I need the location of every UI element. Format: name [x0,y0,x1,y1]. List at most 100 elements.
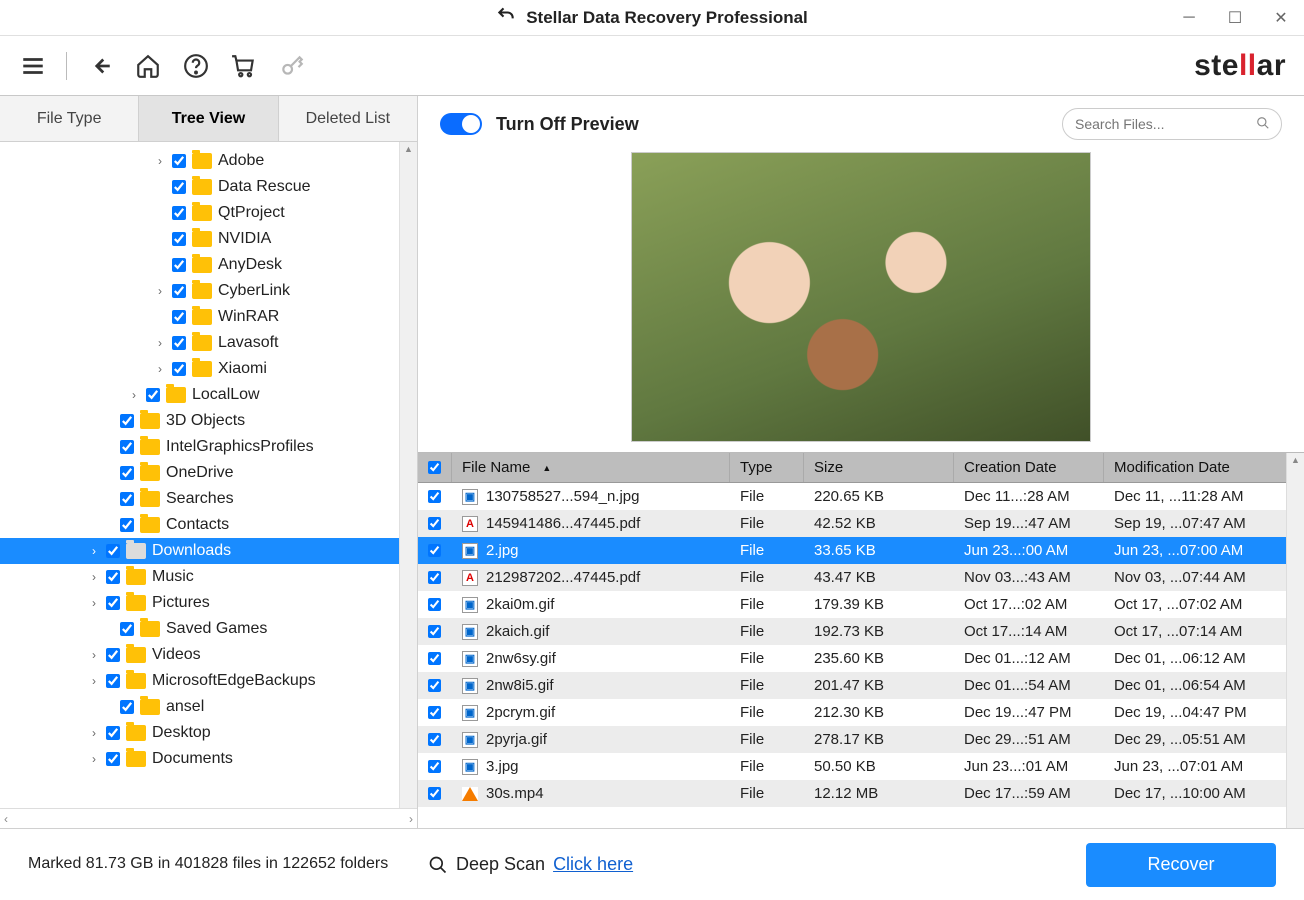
tree-item[interactable]: ›Documents [0,746,417,772]
tree-checkbox[interactable] [120,518,134,532]
table-row[interactable]: ▣2pcrym.gifFile212.30 KBDec 19...:47 PMD… [418,699,1304,726]
tree-item[interactable]: 3D Objects [0,408,417,434]
search-input[interactable] [1075,116,1256,132]
table-scrollbar[interactable] [1286,453,1304,828]
deepscan-link[interactable]: Click here [553,854,633,875]
maximize-button[interactable]: ☐ [1212,0,1258,36]
tree-item[interactable]: ›Downloads [0,538,417,564]
tree-item[interactable]: ›Pictures [0,590,417,616]
tree-checkbox[interactable] [120,466,134,480]
minimize-button[interactable]: ─ [1166,0,1212,36]
tree-checkbox[interactable] [172,154,186,168]
expand-icon[interactable]: › [88,596,100,610]
row-checkbox[interactable] [428,733,441,746]
tree-checkbox[interactable] [106,752,120,766]
row-checkbox[interactable] [428,598,441,611]
tree-item[interactable]: ›MicrosoftEdgeBackups [0,668,417,694]
row-checkbox[interactable] [428,544,441,557]
row-checkbox[interactable] [428,517,441,530]
folder-tree[interactable]: ›AdobeData RescueQtProjectNVIDIAAnyDesk›… [0,142,417,808]
header-creation[interactable]: Creation Date [954,453,1104,482]
tree-checkbox[interactable] [120,414,134,428]
tab-tree-view[interactable]: Tree View [139,96,278,141]
expand-icon[interactable]: › [154,362,166,376]
expand-icon[interactable]: › [88,544,100,558]
tree-checkbox[interactable] [106,544,120,558]
table-row[interactable]: ▣2pyrja.gifFile278.17 KBDec 29...:51 AMD… [418,726,1304,753]
tab-deleted-list[interactable]: Deleted List [279,96,417,141]
expand-icon[interactable]: › [154,154,166,168]
tree-item[interactable]: Data Rescue [0,174,417,200]
tree-checkbox[interactable] [120,700,134,714]
table-row[interactable]: ▣2kaich.gifFile192.73 KBOct 17...:14 AMO… [418,618,1304,645]
tree-checkbox[interactable] [106,674,120,688]
tree-checkbox[interactable] [106,596,120,610]
tree-checkbox[interactable] [106,570,120,584]
tree-item[interactable]: ›Music [0,564,417,590]
tree-item[interactable]: ›Lavasoft [0,330,417,356]
row-checkbox[interactable] [428,679,441,692]
table-row[interactable]: ▣2nw6sy.gifFile235.60 KBDec 01...:12 AMD… [418,645,1304,672]
tree-item[interactable]: ›Adobe [0,148,417,174]
back-icon[interactable] [85,51,115,81]
tree-item[interactable]: NVIDIA [0,226,417,252]
tree-checkbox[interactable] [172,258,186,272]
tree-item[interactable]: ansel [0,694,417,720]
tree-item[interactable]: Searches [0,486,417,512]
expand-icon[interactable]: › [88,570,100,584]
search-box[interactable] [1062,108,1282,140]
table-row[interactable]: ▣2.jpgFile33.65 KBJun 23...:00 AMJun 23,… [418,537,1304,564]
tree-scrollbar[interactable] [399,142,417,808]
key-icon[interactable] [277,51,307,81]
tree-checkbox[interactable] [172,232,186,246]
tree-item[interactable]: AnyDesk [0,252,417,278]
tree-item[interactable]: QtProject [0,200,417,226]
tree-item[interactable]: WinRAR [0,304,417,330]
tree-checkbox[interactable] [106,648,120,662]
table-row[interactable]: ▣130758527...594_n.jpgFile220.65 KBDec 1… [418,483,1304,510]
tree-item[interactable]: Contacts [0,512,417,538]
table-row[interactable]: ▣2nw8i5.gifFile201.47 KBDec 01...:54 AMD… [418,672,1304,699]
tree-checkbox[interactable] [172,310,186,324]
tree-checkbox[interactable] [146,388,160,402]
row-checkbox[interactable] [428,571,441,584]
table-row[interactable]: ▣2kai0m.gifFile179.39 KBOct 17...:02 AMO… [418,591,1304,618]
expand-icon[interactable]: › [88,752,100,766]
table-row[interactable]: 30s.mp4File12.12 MBDec 17...:59 AMDec 17… [418,780,1304,807]
menu-icon[interactable] [18,51,48,81]
row-checkbox[interactable] [428,760,441,773]
expand-icon[interactable]: › [88,648,100,662]
tree-checkbox[interactable] [120,492,134,506]
cart-icon[interactable] [229,51,259,81]
preview-toggle[interactable] [440,113,482,135]
tree-checkbox[interactable] [106,726,120,740]
table-row[interactable]: A145941486...47445.pdfFile42.52 KBSep 19… [418,510,1304,537]
tree-checkbox[interactable] [172,362,186,376]
row-checkbox[interactable] [428,706,441,719]
tree-item[interactable]: ›Desktop [0,720,417,746]
expand-icon[interactable]: › [154,336,166,350]
expand-icon[interactable]: › [88,726,100,740]
header-name[interactable]: File Name▲ [452,453,730,482]
tree-checkbox[interactable] [120,622,134,636]
tree-item[interactable]: ›Xiaomi [0,356,417,382]
table-row[interactable]: A212987202...47445.pdfFile43.47 KBNov 03… [418,564,1304,591]
row-checkbox[interactable] [428,625,441,638]
undo-icon[interactable] [496,5,516,30]
tree-checkbox[interactable] [172,206,186,220]
help-icon[interactable] [181,51,211,81]
tree-checkbox[interactable] [120,440,134,454]
header-type[interactable]: Type [730,453,804,482]
tree-item[interactable]: ›LocalLow [0,382,417,408]
tree-checkbox[interactable] [172,180,186,194]
tree-checkbox[interactable] [172,336,186,350]
row-checkbox[interactable] [428,787,441,800]
tree-checkbox[interactable] [172,284,186,298]
tree-item[interactable]: IntelGraphicsProfiles [0,434,417,460]
tree-item[interactable]: ›CyberLink [0,278,417,304]
expand-icon[interactable]: › [154,284,166,298]
row-checkbox[interactable] [428,652,441,665]
close-button[interactable]: ✕ [1258,0,1304,36]
header-modification[interactable]: Modification Date [1104,453,1304,482]
tree-hscroll[interactable]: ‹› [0,808,417,828]
